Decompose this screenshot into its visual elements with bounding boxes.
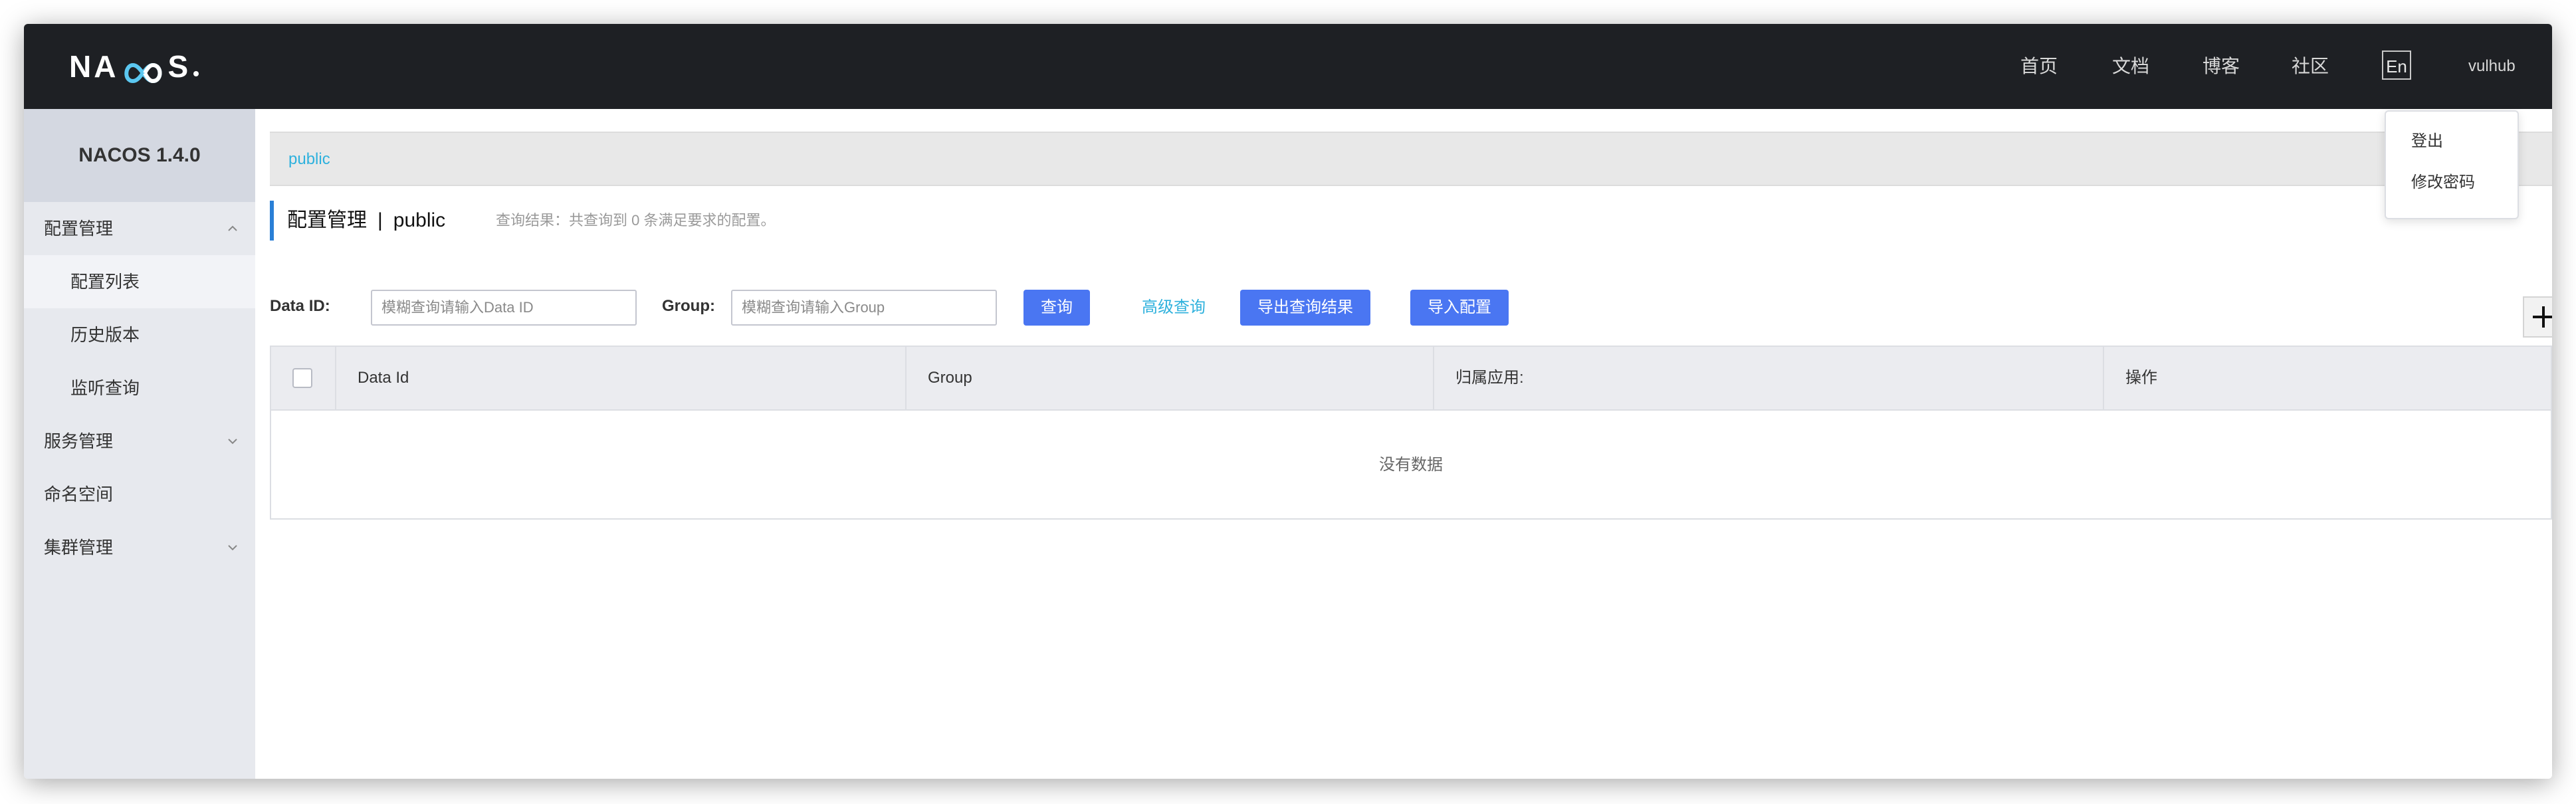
sidebar-item-label: 监听查询	[70, 378, 140, 398]
group-label: Group:	[662, 297, 715, 315]
nav-docs[interactable]: 文档	[2112, 24, 2149, 109]
chevron-down-icon	[228, 439, 237, 445]
sidebar: NACOS 1.4.0 配置管理 配置列表 历史版本 监听查询 服务管理 命名空…	[24, 109, 255, 779]
select-all-cell	[271, 347, 336, 409]
user-dropdown-menu: 登出 修改密码	[2385, 110, 2519, 219]
main-content: public 配置管理 | public 查询结果：共查询到 0 条满足要求的配置。…	[255, 109, 2552, 779]
page-title: 配置管理 | public	[270, 201, 445, 241]
plus-icon	[2533, 306, 2552, 328]
group-input[interactable]	[731, 290, 997, 326]
data-id-input[interactable]	[371, 290, 637, 326]
table-empty-message: 没有数据	[1379, 456, 1443, 474]
sidebar-item-label: 配置管理	[44, 219, 114, 239]
logo-loop-icon	[121, 54, 165, 84]
query-button[interactable]: 查询	[1023, 290, 1090, 326]
nacos-logo[interactable]: NA S	[69, 47, 199, 86]
column-header-data-id[interactable]: Data Id	[336, 347, 907, 409]
nav-blog[interactable]: 博客	[2202, 24, 2240, 109]
data-id-label: Data ID:	[270, 297, 330, 315]
namespace-tab-public[interactable]: public	[288, 133, 330, 186]
page-title-separator: |	[377, 209, 383, 231]
logout-menu-item[interactable]: 登出	[2411, 128, 2443, 151]
sidebar-item-service-management[interactable]: 服务管理	[24, 415, 255, 468]
sidebar-item-listener-query[interactable]: 监听查询	[24, 361, 255, 415]
column-header-app[interactable]: 归属应用:	[1434, 347, 2104, 409]
sidebar-item-namespace[interactable]: 命名空间	[24, 468, 255, 521]
chevron-up-icon	[228, 225, 237, 231]
sidebar-item-label: 服务管理	[44, 431, 114, 451]
logo-text-left: NA	[69, 49, 119, 84]
logo-text-right: S	[167, 49, 191, 84]
namespace-bar: public	[270, 132, 2552, 186]
query-result-text: 查询结果：共查询到 0 条满足要求的配置。	[496, 212, 776, 229]
top-header: NA S 首页 文档 博客 社区 En vulhub	[24, 24, 2552, 109]
page-title-namespace: public	[393, 209, 446, 231]
logo-dot	[193, 71, 199, 76]
select-all-checkbox[interactable]	[292, 368, 312, 388]
sidebar-item-label: 历史版本	[70, 325, 140, 345]
sidebar-item-label: 配置列表	[70, 272, 140, 292]
advanced-query-link[interactable]: 高级查询	[1142, 290, 1206, 326]
column-header-group[interactable]: Group	[907, 347, 1434, 409]
page-title-section: 配置管理	[287, 209, 367, 231]
sidebar-item-config-list[interactable]: 配置列表	[24, 255, 255, 308]
column-header-actions: 操作	[2125, 369, 2157, 387]
sidebar-item-history[interactable]: 历史版本	[24, 308, 255, 361]
language-switch-button[interactable]: En	[2382, 50, 2411, 80]
user-menu-trigger[interactable]: vulhub	[2468, 24, 2516, 109]
table-header: Data Id Group 归属应用: 操作	[271, 347, 2551, 411]
add-config-button[interactable]	[2523, 296, 2552, 338]
change-password-menu-item[interactable]: 修改密码	[2411, 169, 2475, 192]
import-config-button[interactable]: 导入配置	[1410, 290, 1509, 326]
sidebar-item-cluster-management[interactable]: 集群管理	[24, 521, 255, 574]
browser-window: NA S 首页 文档 博客 社区 En vulhub 登出 修改密码 NACOS…	[24, 24, 2552, 779]
config-table: Data Id Group 归属应用: 操作 没有数据	[270, 346, 2552, 520]
sidebar-item-label: 命名空间	[44, 484, 114, 504]
version-label: NACOS 1.4.0	[24, 109, 255, 202]
sidebar-item-label: 集群管理	[44, 538, 114, 557]
nav-home[interactable]: 首页	[2020, 24, 2058, 109]
sidebar-item-config-management[interactable]: 配置管理	[24, 202, 255, 255]
chevron-down-icon	[228, 545, 237, 551]
export-results-button[interactable]: 导出查询结果	[1240, 290, 1370, 326]
nav-community[interactable]: 社区	[2292, 24, 2329, 109]
